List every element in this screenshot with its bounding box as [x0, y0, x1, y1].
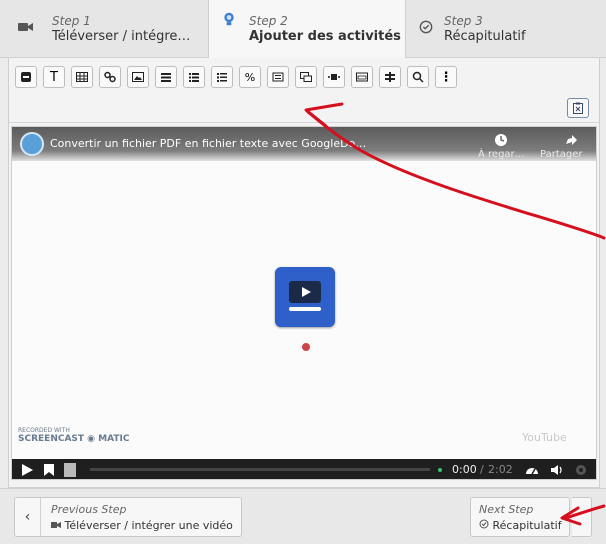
next-step-target: Récapitulatif — [479, 519, 562, 532]
next-step-label: Next Step — [479, 503, 534, 516]
dialog-icon — [300, 72, 312, 82]
table-icon — [76, 72, 88, 82]
channel-avatar[interactable] — [20, 132, 44, 156]
screencast-watermark: RECORDED WITH SCREENCAST ◉ MATIC — [18, 427, 130, 444]
clock-icon[interactable] — [494, 133, 508, 147]
step-3-title: Récapitulatif — [444, 29, 526, 44]
image-gallery-button[interactable] — [351, 66, 373, 88]
watch-later-label: À regar… — [478, 149, 525, 160]
search-button[interactable] — [407, 66, 429, 88]
step-1-number: Step 1 — [52, 14, 91, 28]
cross-button[interactable] — [379, 66, 401, 88]
video-slide-button[interactable] — [323, 66, 345, 88]
slider-button[interactable] — [267, 66, 289, 88]
wizard-steps: Step 1 Téléverser / intégre… Step 2 Ajou… — [0, 0, 606, 59]
step-1-title: Téléverser / intégre… — [52, 29, 191, 44]
player-controls: 0:00 / 2:02 — [12, 459, 596, 479]
progress-bar[interactable] — [90, 468, 430, 471]
video-camera-icon — [18, 23, 33, 31]
search-icon — [412, 71, 424, 83]
previous-step-target: Téléverser / intégrer une vidéo — [51, 519, 233, 532]
share-icon[interactable] — [564, 133, 578, 147]
settings-gauge-icon[interactable] — [524, 463, 540, 477]
step-2-title: Ajouter des activités — [249, 29, 401, 44]
chevron-left-icon: ‹ — [15, 498, 41, 536]
link-icon — [104, 71, 116, 83]
image-gallery-icon — [356, 72, 368, 82]
youtube-watermark[interactable]: YouTube — [522, 431, 567, 444]
block-button[interactable] — [15, 66, 37, 88]
video-player[interactable]: Convertir un fichier PDF en fichier text… — [11, 126, 597, 480]
check-circle-icon — [419, 20, 433, 34]
activity-editor: T % ⋮ Convertir un fichier PDF en fichie… — [8, 58, 600, 488]
time-total: 2:02 — [488, 463, 513, 476]
volume-icon[interactable] — [550, 463, 564, 477]
slider-icon — [272, 72, 284, 82]
summary-button[interactable] — [155, 66, 177, 88]
text-icon: T — [50, 69, 58, 85]
dialog-button[interactable] — [295, 66, 317, 88]
share-label: Partager — [540, 149, 583, 160]
link-button[interactable] — [99, 66, 121, 88]
gear-icon[interactable] — [574, 463, 588, 477]
block-icon — [21, 72, 31, 82]
step-3-number: Step 3 — [444, 14, 483, 28]
table-button[interactable] — [71, 66, 93, 88]
previous-step-label: Previous Step — [51, 503, 127, 516]
more-icon: ⋮ — [439, 69, 453, 85]
step-2-tab[interactable]: Step 2 Ajouter des activités — [208, 0, 406, 59]
step-1-tab[interactable]: Step 1 Téléverser / intégre… — [18, 0, 208, 58]
cross-icon — [385, 72, 395, 82]
lightbulb-icon — [224, 12, 234, 26]
previous-step-button[interactable]: ‹ Previous Step Téléverser / intégrer un… — [14, 497, 242, 537]
bookmark-icon[interactable] — [42, 463, 56, 477]
next-step-button[interactable]: Next Step Récapitulatif — [470, 497, 570, 537]
numbered-list-icon — [217, 73, 227, 82]
percent-icon: % — [244, 70, 256, 84]
time-separator: / — [480, 463, 484, 476]
video-camera-icon — [51, 522, 61, 528]
text-button[interactable]: T — [43, 66, 65, 88]
live-dot — [438, 468, 442, 472]
step-navigation: ‹ Previous Step Téléverser / intégrer un… — [0, 488, 606, 544]
clipboard-icon — [573, 102, 583, 114]
play-icon — [302, 287, 311, 297]
video-thumbnail-logo[interactable] — [275, 267, 335, 327]
list-icon — [189, 73, 199, 82]
check-circle-icon — [479, 519, 489, 529]
chevron-right-icon[interactable] — [572, 497, 592, 537]
more-button[interactable]: ⋮ — [435, 66, 457, 88]
clipboard-button[interactable] — [567, 98, 589, 118]
image-button[interactable] — [127, 66, 149, 88]
loading-spinner — [302, 343, 310, 351]
play-button-icon[interactable] — [20, 463, 34, 477]
time-current: 0:00 — [452, 463, 477, 476]
video-title-bar: Convertir un fichier PDF en fichier text… — [12, 127, 596, 161]
app-window: Step 1 Téléverser / intégre… Step 2 Ajou… — [0, 0, 606, 544]
list-button[interactable] — [183, 66, 205, 88]
percent-button[interactable]: % — [239, 66, 261, 88]
summary-icon — [161, 73, 171, 82]
step-3-tab[interactable]: Step 3 Récapitulatif — [408, 0, 598, 58]
numbered-list-button[interactable] — [211, 66, 233, 88]
video-slide-icon — [328, 74, 340, 80]
step-2-number: Step 2 — [249, 14, 288, 28]
toolbar-divider — [9, 122, 599, 123]
video-title[interactable]: Convertir un fichier PDF en fichier text… — [50, 137, 366, 150]
chapter-marker[interactable] — [64, 463, 76, 477]
image-icon — [132, 72, 144, 82]
